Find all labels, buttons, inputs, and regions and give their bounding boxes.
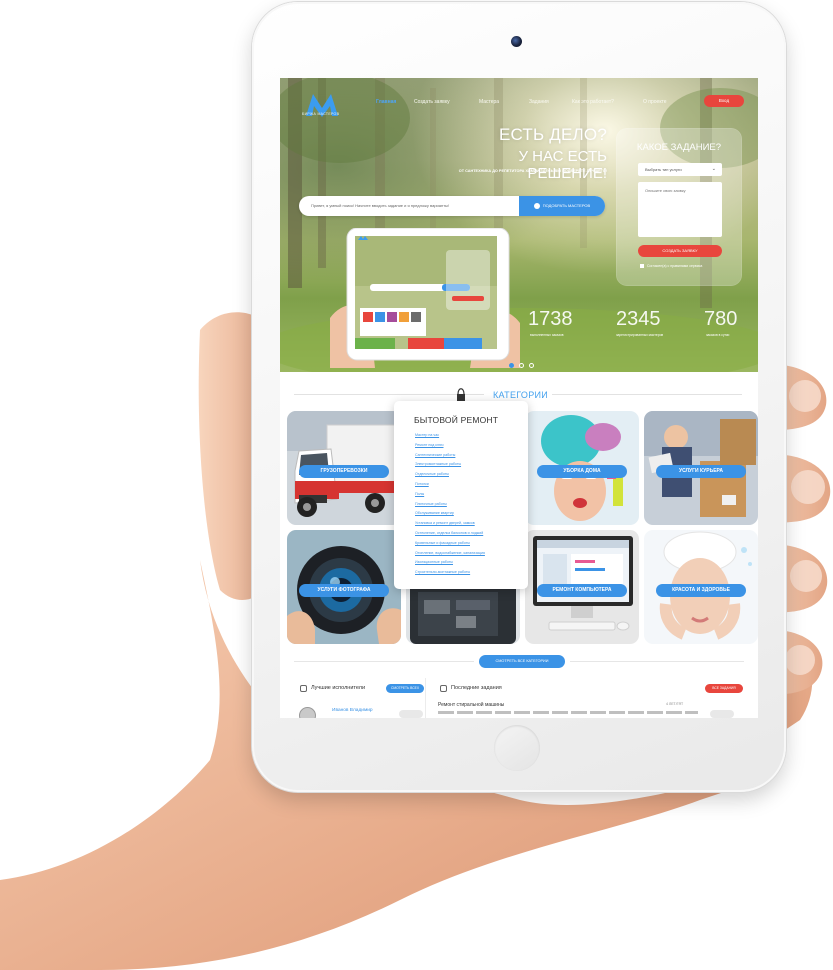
stat-masters-value: 2345 <box>616 308 661 330</box>
service-type-select[interactable]: Выбрать тип услуги ⌄ <box>638 163 722 176</box>
category-tile-cargo[interactable]: ГРУЗОПЕРЕВОЗКИ <box>287 411 401 525</box>
find-masters-label: ПОДОБРАТЬ МАСТЕРОВ <box>542 203 591 208</box>
subcategory-link[interactable]: Отделочные работы <box>415 470 485 480</box>
category-tile-courier[interactable]: УСЛУГИ КУРЬЕРА <box>644 411 758 525</box>
subcategory-link[interactable]: Сантехнические работы <box>415 451 485 461</box>
task-form-panel: КАКОЕ ЗАДАНИЕ? Выбрать тип услуги ⌄ Опиш… <box>617 129 741 285</box>
nav-how-it-works[interactable]: Как это работает? <box>572 99 614 105</box>
hero-title-line1: ЕСТЬ ДЕЛО? <box>498 125 607 144</box>
job-date: 4 ЛЕТ/ГЯТ <box>666 702 684 706</box>
best-executors-title: Лучшие исполнители <box>311 685 366 691</box>
slider-dot-2[interactable] <box>519 363 524 368</box>
user-search-icon <box>533 202 540 209</box>
category-tile-computer-repair[interactable]: РЕМОНТ КОМПЬЮТЕРА <box>525 530 639 644</box>
executor-rating-pill <box>399 710 423 718</box>
tile-label-cargo: ГРУЗОПЕРЕВОЗКИ <box>299 465 389 478</box>
category-popup-household-repair: БЫТОВОЙ РЕМОНТ Мастер на час Ремонт под … <box>394 401 528 589</box>
subcategory-link[interactable]: Изоляционные работы <box>415 558 485 568</box>
job-description <box>438 711 698 714</box>
popup-subcategory-list: Мастер на час Ремонт под ключ Сантехниче… <box>415 431 485 578</box>
tile-label-photographer: УСЛУГИ ФОТОГРАФА <box>299 584 389 597</box>
hero-section: БИРЖА МАСТЕРОВ Главная Создать заявку Ма… <box>280 78 758 372</box>
camera-icon <box>511 36 522 47</box>
search-input[interactable]: Привет, я умный поиск! Начните вводить з… <box>311 203 449 208</box>
stat-orders-value: 1738 <box>528 308 573 330</box>
subcategory-link[interactable]: Обслуживание квартир <box>415 509 485 519</box>
divider <box>570 661 744 662</box>
stat-masters-caption: зарегистрированных мастеров <box>616 333 664 337</box>
tile-label-courier: УСЛУГИ КУРЬЕРА <box>656 465 746 478</box>
category-tile-cleaning[interactable]: УБОРКА ДОМА <box>525 411 639 525</box>
avatar[interactable] <box>299 707 316 718</box>
chevron-down-icon: ⌄ <box>711 166 716 172</box>
nav-home[interactable]: Главная <box>376 99 396 105</box>
job-price-pill <box>710 710 734 718</box>
subcategory-link[interactable]: Электромонтажные работы <box>415 460 485 470</box>
subcategory-link[interactable]: Плиточные работы <box>415 500 485 510</box>
checkbox-icon <box>640 264 644 269</box>
tablet-screen: БИРЖА МАСТЕРОВ Главная Создать заявку Ма… <box>280 78 758 718</box>
all-categories-button[interactable]: СМОТРЕТЬ ВСЕ КАТЕГОРИИ <box>479 655 565 668</box>
user-icon <box>300 685 307 692</box>
stat-daily-caption: заказов в сутки <box>706 333 730 337</box>
subcategory-link[interactable]: Кровельные и фасадные работы <box>415 539 485 549</box>
tasks-icon <box>440 685 447 692</box>
divider <box>552 394 742 395</box>
request-description-textarea[interactable]: Опишите свою заявку <box>638 182 722 237</box>
subcategory-link[interactable]: Остекление, отделка балконов и лоджий <box>415 529 485 539</box>
job-title[interactable]: Ремонт стиральной машины <box>438 702 504 708</box>
slider-dot-3[interactable] <box>529 363 534 368</box>
subcategory-link[interactable]: Строительно-монтажные работы <box>415 568 485 578</box>
subcategory-link[interactable]: Мастер на час <box>415 431 485 441</box>
tablet-illustration <box>330 228 520 368</box>
subcategory-link[interactable]: Отопление, водоснабжение, канализация <box>415 549 485 559</box>
stat-orders-caption: выполненных заказов <box>530 333 564 337</box>
nav-tasks[interactable]: Задания <box>529 99 549 105</box>
tile-label-beauty: КРАСОТА И ЗДОРОВЬЕ <box>656 584 746 597</box>
stat-daily-value: 780 <box>704 308 738 330</box>
divider <box>425 678 426 718</box>
search-bar: Привет, я умный поиск! Начните вводить з… <box>299 196 605 216</box>
nav-masters[interactable]: Мастера <box>479 99 499 105</box>
agree-terms-checkbox[interactable]: Согласен(а) с правилами сервиса <box>640 264 703 269</box>
subcategory-link[interactable]: Установка и ремонт дверей, замков <box>415 519 485 529</box>
agree-terms-label: Согласен(а) с правилами сервиса <box>647 264 703 268</box>
slider-dot-1[interactable] <box>509 363 514 368</box>
subcategory-link[interactable]: Ремонт под ключ <box>415 441 485 451</box>
popup-title: БЫТОВОЙ РЕМОНТ <box>414 415 499 425</box>
all-tasks-button[interactable]: ВСЕ ЗАДАНИЯ <box>705 684 743 693</box>
service-type-value: Выбрать тип услуги <box>645 167 682 172</box>
logo-text: БИРЖА МАСТЕРОВ <box>302 112 340 116</box>
subcategory-link[interactable]: Полы <box>415 490 485 500</box>
task-form-title: КАКОЕ ЗАДАНИЕ? <box>636 142 722 153</box>
divider <box>294 661 474 662</box>
subcategory-link[interactable]: Потолки <box>415 480 485 490</box>
login-button[interactable]: Вход <box>704 95 744 107</box>
home-button[interactable] <box>494 725 540 771</box>
hero-subtitle: ОТ САНТЕХНИКА ДО РЕПЕТИТОРА ХИМИИ ЗДЕСЬ … <box>458 169 607 173</box>
category-tile-photographer[interactable]: УСЛУГИ ФОТОГРАФА <box>287 530 401 644</box>
see-all-executors-button[interactable]: СМОТРЕТЬ ВСЕХ <box>386 684 424 693</box>
tile-label-cleaning: УБОРКА ДОМА <box>537 465 627 478</box>
tile-label-computer: РЕМОНТ КОМПЬЮТЕРА <box>537 584 627 597</box>
nav-create-request[interactable]: Создать заявку <box>414 99 450 105</box>
categories-title: КАТЕГОРИИ <box>493 390 549 400</box>
nav-about[interactable]: О проекте <box>643 99 667 105</box>
latest-tasks-title: Последние задания <box>451 685 502 691</box>
executor-name-link[interactable]: Иванов Владимир <box>332 708 373 713</box>
create-request-button[interactable]: СОЗДАТЬ ЗАЯВКУ <box>638 245 722 257</box>
category-tile-beauty[interactable]: КРАСОТА И ЗДОРОВЬЕ <box>644 530 758 644</box>
find-masters-button[interactable]: ПОДОБРАТЬ МАСТЕРОВ <box>519 196 605 216</box>
hero-title-line2: У НАС ЕСТЬ РЕШЕНИЕ! <box>518 148 607 182</box>
categories-header: КАТЕГОРИИ <box>280 388 758 402</box>
